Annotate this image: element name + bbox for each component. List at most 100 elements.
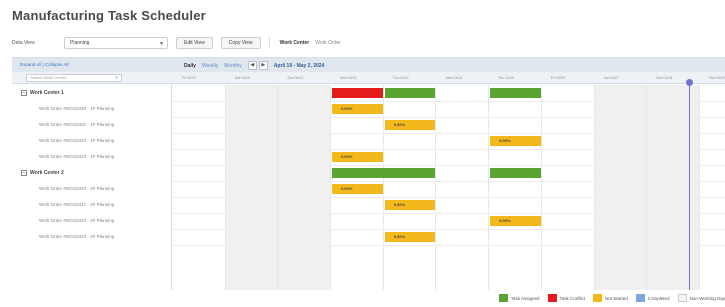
work-order-row[interactable]: Work Order #WO10443 - 2F Planning bbox=[12, 229, 172, 245]
task-bar-yellow[interactable]: 0.00% bbox=[384, 232, 436, 242]
task-bar-yellow[interactable]: 0.00% bbox=[490, 216, 541, 226]
work-center-list: − Work Center 1 Work Order #WO10430 - 1F P… bbox=[12, 85, 172, 290]
work-order-row[interactable]: Work Order #WO10433 - 1F Planning bbox=[12, 149, 172, 165]
row-label: Work Order #WO10441 - 2F Planning bbox=[39, 202, 115, 207]
task-bar-yellow[interactable]: 0.00% bbox=[332, 152, 383, 162]
column-header: Mon 04/22 bbox=[340, 76, 357, 80]
work-order-row[interactable]: Work Order #WO10432 - 1F Planning bbox=[12, 133, 172, 149]
column-header: Tue 04/23 bbox=[392, 76, 409, 80]
row-divider bbox=[173, 213, 725, 214]
view-tabs: Daily Weekly Monthly ◀ ▶ April 19 - May … bbox=[184, 61, 324, 70]
work-order-row[interactable]: Work Order #WO10441 - 2F Planning bbox=[12, 197, 172, 213]
timeline-area: 0.00% 0.00% 0.00% 0.00% 0.00% 0.00% 0.00% 0.00% bbox=[173, 79, 725, 290]
task-bar-yellow[interactable]: 0.00% bbox=[384, 120, 436, 130]
row-label: Work Order #WO10442 - 2F Planning bbox=[39, 218, 115, 223]
task-bar-green[interactable] bbox=[332, 168, 436, 178]
legend-label: Non-Working Day bbox=[689, 295, 725, 301]
search-icon: ⌕ bbox=[115, 75, 118, 81]
row-divider bbox=[173, 101, 725, 102]
work-center-row[interactable]: − Work Center 1 bbox=[12, 85, 172, 101]
collapse-icon[interactable]: − bbox=[21, 89, 27, 96]
legend-label: Not Started bbox=[605, 295, 628, 301]
tab-daily[interactable]: Daily bbox=[184, 63, 196, 69]
work-order-toggle[interactable]: Work Order bbox=[315, 40, 341, 46]
row-label: Work Order #WO10443 - 2F Planning bbox=[39, 234, 115, 239]
tab-monthly[interactable]: Monthly bbox=[224, 63, 242, 69]
day-column bbox=[437, 85, 490, 290]
work-order-row[interactable]: Work Order #WO10430 - 1F Planning bbox=[12, 101, 172, 117]
row-divider bbox=[173, 165, 725, 166]
legend-swatch bbox=[677, 294, 687, 302]
task-bar-green[interactable] bbox=[490, 88, 541, 98]
legend-label: Completed bbox=[647, 295, 670, 301]
column-header: Fri 04/19 bbox=[182, 76, 196, 80]
work-center-toggle[interactable]: Work Center bbox=[280, 40, 310, 46]
day-column bbox=[225, 85, 279, 290]
data-view-label: Data View bbox=[12, 40, 35, 46]
row-label: Work Center 1 bbox=[30, 90, 64, 96]
legend-item: Task Assigned bbox=[498, 294, 540, 302]
collapse-all-link[interactable]: Collapse All bbox=[45, 62, 69, 67]
row-divider bbox=[173, 149, 725, 150]
day-column bbox=[278, 85, 332, 290]
work-center-row[interactable]: − Work Center 2 bbox=[12, 165, 172, 181]
column-header: Sat 04/27 bbox=[603, 76, 619, 80]
column-header: Wed 04/24 bbox=[445, 76, 463, 80]
task-bar-yellow[interactable]: 0.00% bbox=[490, 136, 541, 146]
column-header: Sun 04/28 bbox=[656, 76, 673, 80]
row-divider bbox=[173, 133, 725, 134]
legend-item: Non-Working Day bbox=[677, 294, 725, 302]
edit-view-button[interactable]: Edit View bbox=[176, 37, 213, 49]
next-range-button[interactable]: ▶ bbox=[258, 61, 268, 70]
grid-header-columns: Search Work Center ⌕ Fri 04/19 Sat 04/20 S… bbox=[12, 72, 725, 84]
work-order-row[interactable]: Work Order #WO10442 - 2F Planning bbox=[12, 213, 172, 229]
row-label: Work Order #WO10430 - 1F Planning bbox=[39, 106, 115, 111]
legend-swatch bbox=[635, 294, 645, 302]
row-divider bbox=[173, 245, 725, 246]
row-label: Work Order #WO10432 - 1F Planning bbox=[39, 138, 115, 143]
scheduler-grid: Expand All | Collapse All Daily Weekly M… bbox=[12, 57, 725, 290]
task-bar-green[interactable] bbox=[384, 88, 436, 98]
row-label: Work Order #WO10440 - 2F Planning bbox=[39, 186, 115, 191]
task-bar-yellow[interactable]: 0.00% bbox=[384, 200, 436, 210]
legend-item: Task Conflict bbox=[547, 294, 586, 302]
column-header: Sat 04/20 bbox=[234, 76, 250, 80]
row-label: Work Order #WO10431 - 1F Planning bbox=[39, 122, 115, 127]
collapse-icon[interactable]: − bbox=[21, 169, 27, 176]
copy-view-button[interactable]: Copy View bbox=[220, 37, 261, 49]
day-column bbox=[173, 85, 226, 290]
day-column bbox=[594, 85, 648, 290]
day-column bbox=[700, 85, 725, 290]
legend-item: Completed bbox=[635, 294, 670, 302]
column-header: Fri 04/26 bbox=[550, 76, 565, 80]
row-divider bbox=[173, 117, 725, 118]
task-bar-green[interactable] bbox=[490, 168, 541, 178]
legend-swatch bbox=[547, 294, 557, 302]
day-column bbox=[489, 85, 542, 290]
legend-swatch bbox=[593, 294, 603, 302]
work-order-row[interactable]: Work Order #WO10431 - 1F Planning bbox=[12, 117, 172, 133]
task-bar-red[interactable] bbox=[332, 88, 383, 98]
row-label: Work Order #WO10433 - 1F Planning bbox=[39, 154, 115, 159]
chevron-down-icon: ▼ bbox=[159, 41, 164, 47]
tab-weekly[interactable]: Weekly bbox=[202, 63, 218, 69]
day-column bbox=[384, 85, 437, 290]
today-marker-line bbox=[689, 83, 691, 290]
column-header: Mon 04/29 bbox=[709, 76, 725, 80]
expand-collapse-links: Expand All | Collapse All bbox=[20, 62, 69, 67]
task-bar-yellow[interactable]: 0.00% bbox=[332, 184, 383, 194]
legend-item: Not Started bbox=[593, 294, 628, 302]
column-header: Sun 04/21 bbox=[287, 76, 304, 80]
data-view-value: Planning bbox=[70, 40, 90, 46]
work-order-row[interactable]: Work Order #WO10440 - 2F Planning bbox=[12, 181, 172, 197]
data-view-select[interactable]: Planning ▼ bbox=[64, 37, 168, 49]
page-title: Manufacturing Task Scheduler bbox=[12, 8, 206, 23]
day-column bbox=[542, 85, 595, 290]
toolbar: Data View Planning ▼ Edit View Copy View… bbox=[12, 35, 341, 51]
search-input[interactable]: Search Work Center ⌕ bbox=[26, 74, 122, 82]
column-header: Thu 04/25 bbox=[498, 76, 514, 80]
legend-label: Task Conflict bbox=[559, 295, 586, 301]
prev-range-button[interactable]: ◀ bbox=[247, 61, 257, 70]
task-bar-yellow[interactable]: 0.00% bbox=[332, 104, 383, 114]
expand-all-link[interactable]: Expand All bbox=[20, 62, 41, 67]
